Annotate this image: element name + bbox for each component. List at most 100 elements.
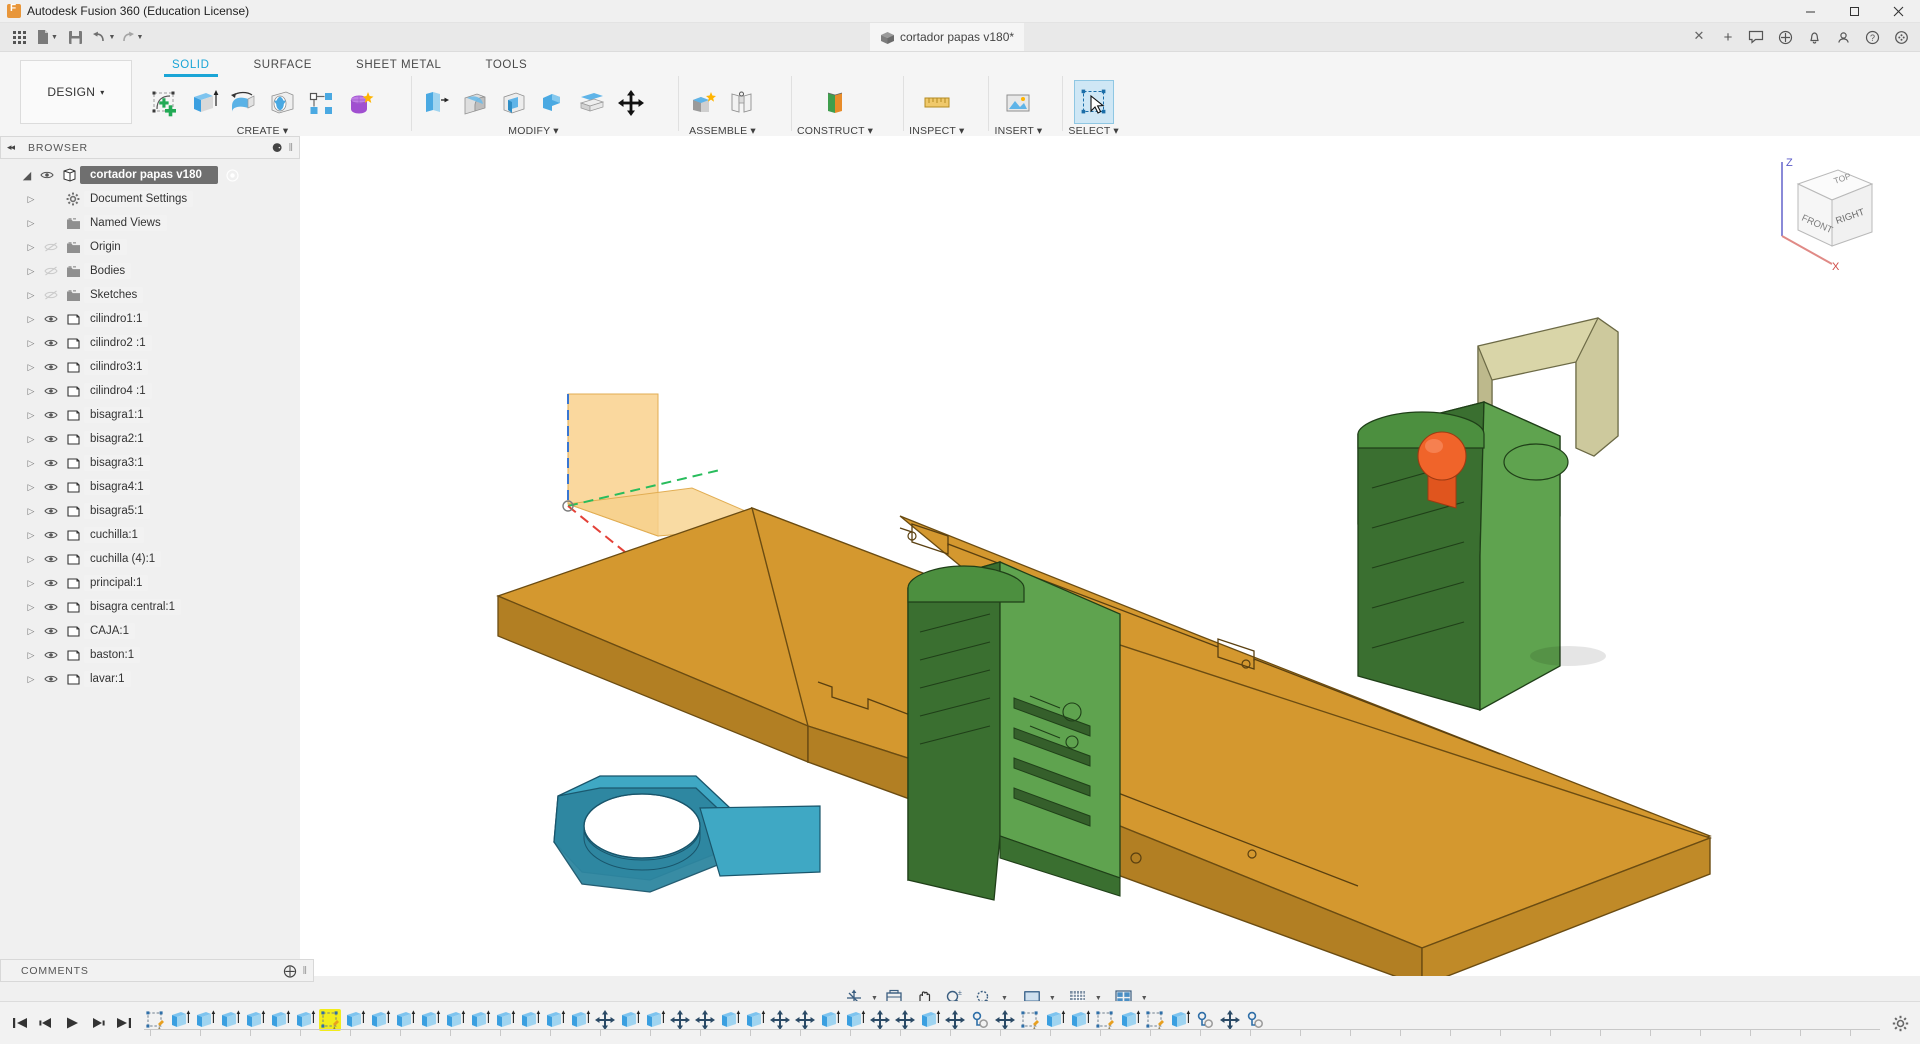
workspace-selector[interactable]: DESIGN ▾ [20, 60, 132, 124]
expand-triangle-icon[interactable]: ▷ [22, 362, 40, 373]
bell-icon[interactable] [1801, 25, 1827, 49]
timeline-feature-move[interactable] [669, 1009, 691, 1031]
timeline-feature-extrude[interactable] [169, 1009, 191, 1031]
timeline-feature-extrude[interactable] [544, 1009, 566, 1031]
timeline-feature-extrude[interactable] [1069, 1009, 1091, 1031]
panel-grip-icon[interactable]: ‖ [302, 965, 307, 977]
tab-solid[interactable]: SOLID [150, 57, 232, 77]
tree-row[interactable]: ▷ bisagra central:1 [0, 595, 300, 619]
timeline-feature-extrude[interactable] [419, 1009, 441, 1031]
timeline-feature-sketch[interactable] [1094, 1009, 1116, 1031]
timeline-feature-move[interactable] [769, 1009, 791, 1031]
timeline-feature-move[interactable] [869, 1009, 891, 1031]
timeline-feature-extrude[interactable] [344, 1009, 366, 1031]
timeline-feature-extrude[interactable] [744, 1009, 766, 1031]
timeline-feature-extrude[interactable] [1044, 1009, 1066, 1031]
activate-component-icon[interactable] [226, 168, 239, 182]
visibility-eye-icon[interactable] [40, 530, 62, 540]
play-button[interactable] [64, 1016, 80, 1030]
visibility-eye-icon[interactable] [36, 170, 58, 180]
timeline-feature-extrude[interactable] [194, 1009, 216, 1031]
tree-row[interactable]: ▷ Sketches [0, 283, 300, 307]
tree-row[interactable]: ▷ CAJA:1 [0, 619, 300, 643]
visibility-eye-icon[interactable] [40, 434, 62, 444]
visibility-eye-icon[interactable] [40, 626, 62, 636]
tree-row[interactable]: ▷ bisagra3:1 [0, 451, 300, 475]
timeline-feature-move[interactable] [944, 1009, 966, 1031]
close-button[interactable] [1876, 0, 1920, 22]
timeline-feature-extrude[interactable] [244, 1009, 266, 1031]
insert-mcmaster-button[interactable] [999, 82, 1037, 124]
expand-triangle-icon[interactable]: ▷ [22, 218, 40, 229]
offset-face-button[interactable] [573, 82, 611, 124]
visibility-eye-icon[interactable] [40, 242, 62, 252]
timeline-feature-joint[interactable] [1244, 1009, 1266, 1031]
go-to-end-button[interactable] [116, 1016, 132, 1030]
timeline-feature-extrude[interactable] [619, 1009, 641, 1031]
timeline-feature-joint[interactable] [969, 1009, 991, 1031]
timeline-feature-extrude[interactable] [569, 1009, 591, 1031]
visibility-eye-icon[interactable] [40, 266, 62, 276]
visibility-eye-icon[interactable] [40, 602, 62, 612]
create-form-button[interactable] [341, 82, 379, 124]
expand-triangle-icon[interactable]: ◢ [18, 169, 36, 182]
3d-viewport[interactable]: Z X TOP FRONT RIGHT [300, 136, 1920, 976]
timeline-track[interactable] [144, 1002, 1880, 1044]
fillet-button[interactable] [456, 82, 494, 124]
pattern-button[interactable] [302, 82, 340, 124]
new-component-button[interactable] [684, 82, 722, 124]
tree-row[interactable]: ▷ bisagra1:1 [0, 403, 300, 427]
new-tab-button[interactable]: + [1718, 27, 1738, 47]
expand-triangle-icon[interactable]: ▷ [22, 434, 40, 445]
expand-triangle-icon[interactable]: ▷ [22, 338, 40, 349]
visibility-eye-icon[interactable] [40, 386, 62, 396]
expand-triangle-icon[interactable]: ▷ [22, 314, 40, 325]
timeline-feature-move[interactable] [794, 1009, 816, 1031]
visibility-eye-icon[interactable] [40, 674, 62, 684]
timeline-feature-move[interactable] [894, 1009, 916, 1031]
tree-row[interactable]: ▷ Named Views [0, 211, 300, 235]
tree-row[interactable]: ▷ cilindro3:1 [0, 355, 300, 379]
tree-row[interactable]: ▷ Origin [0, 235, 300, 259]
sweep-button[interactable] [263, 82, 301, 124]
expand-triangle-icon[interactable]: ▷ [22, 194, 40, 205]
timeline-feature-move[interactable] [994, 1009, 1016, 1031]
tree-row[interactable]: ▷ cilindro4 :1 [0, 379, 300, 403]
add-comment-icon[interactable]: ⨁ [283, 963, 296, 979]
tab-tools[interactable]: TOOLS [463, 57, 549, 75]
timeline-feature-extrude[interactable] [1169, 1009, 1191, 1031]
expand-triangle-icon[interactable]: ▷ [22, 554, 40, 565]
tree-row[interactable]: ▷ principal:1 [0, 571, 300, 595]
tree-row[interactable]: ▷ cilindro2 :1 [0, 331, 300, 355]
document-tab[interactable]: cortador papas v180* [870, 23, 1025, 51]
minus-circle-icon[interactable]: ⚈ [272, 141, 283, 155]
timeline-feature-sketch[interactable] [1019, 1009, 1041, 1031]
tree-row[interactable]: ▷ bisagra5:1 [0, 499, 300, 523]
collapse-panel-icon[interactable]: ◂◂ [7, 142, 15, 153]
view-cube[interactable]: Z X TOP FRONT RIGHT [1760, 154, 1880, 272]
app-grid-icon[interactable] [6, 25, 32, 49]
step-back-button[interactable] [38, 1016, 54, 1030]
timeline-feature-move[interactable] [1219, 1009, 1241, 1031]
timeline-feature-extrude[interactable] [444, 1009, 466, 1031]
extension-icon[interactable] [1772, 25, 1798, 49]
timeline-feature-sketch[interactable] [1144, 1009, 1166, 1031]
grid-menu-icon[interactable] [1888, 25, 1914, 49]
move-copy-button[interactable] [612, 82, 650, 124]
tree-row[interactable]: ▷ lavar:1 [0, 667, 300, 691]
timeline-feature-extrude[interactable] [394, 1009, 416, 1031]
expand-triangle-icon[interactable]: ▷ [22, 410, 40, 421]
step-forward-button[interactable] [90, 1016, 106, 1030]
minimize-button[interactable] [1788, 0, 1832, 22]
timeline-feature-sketch[interactable] [144, 1009, 166, 1031]
chat-icon[interactable] [1743, 25, 1769, 49]
tree-row[interactable]: ▷ bisagra2:1 [0, 427, 300, 451]
visibility-eye-icon[interactable] [40, 578, 62, 588]
expand-triangle-icon[interactable]: ▷ [22, 266, 40, 277]
user-icon[interactable] [1830, 25, 1856, 49]
revolve-button[interactable] [224, 82, 262, 124]
timeline-feature-extrude[interactable] [294, 1009, 316, 1031]
visibility-eye-icon[interactable] [40, 338, 62, 348]
extrude-button[interactable] [185, 82, 223, 124]
expand-triangle-icon[interactable]: ▷ [22, 482, 40, 493]
